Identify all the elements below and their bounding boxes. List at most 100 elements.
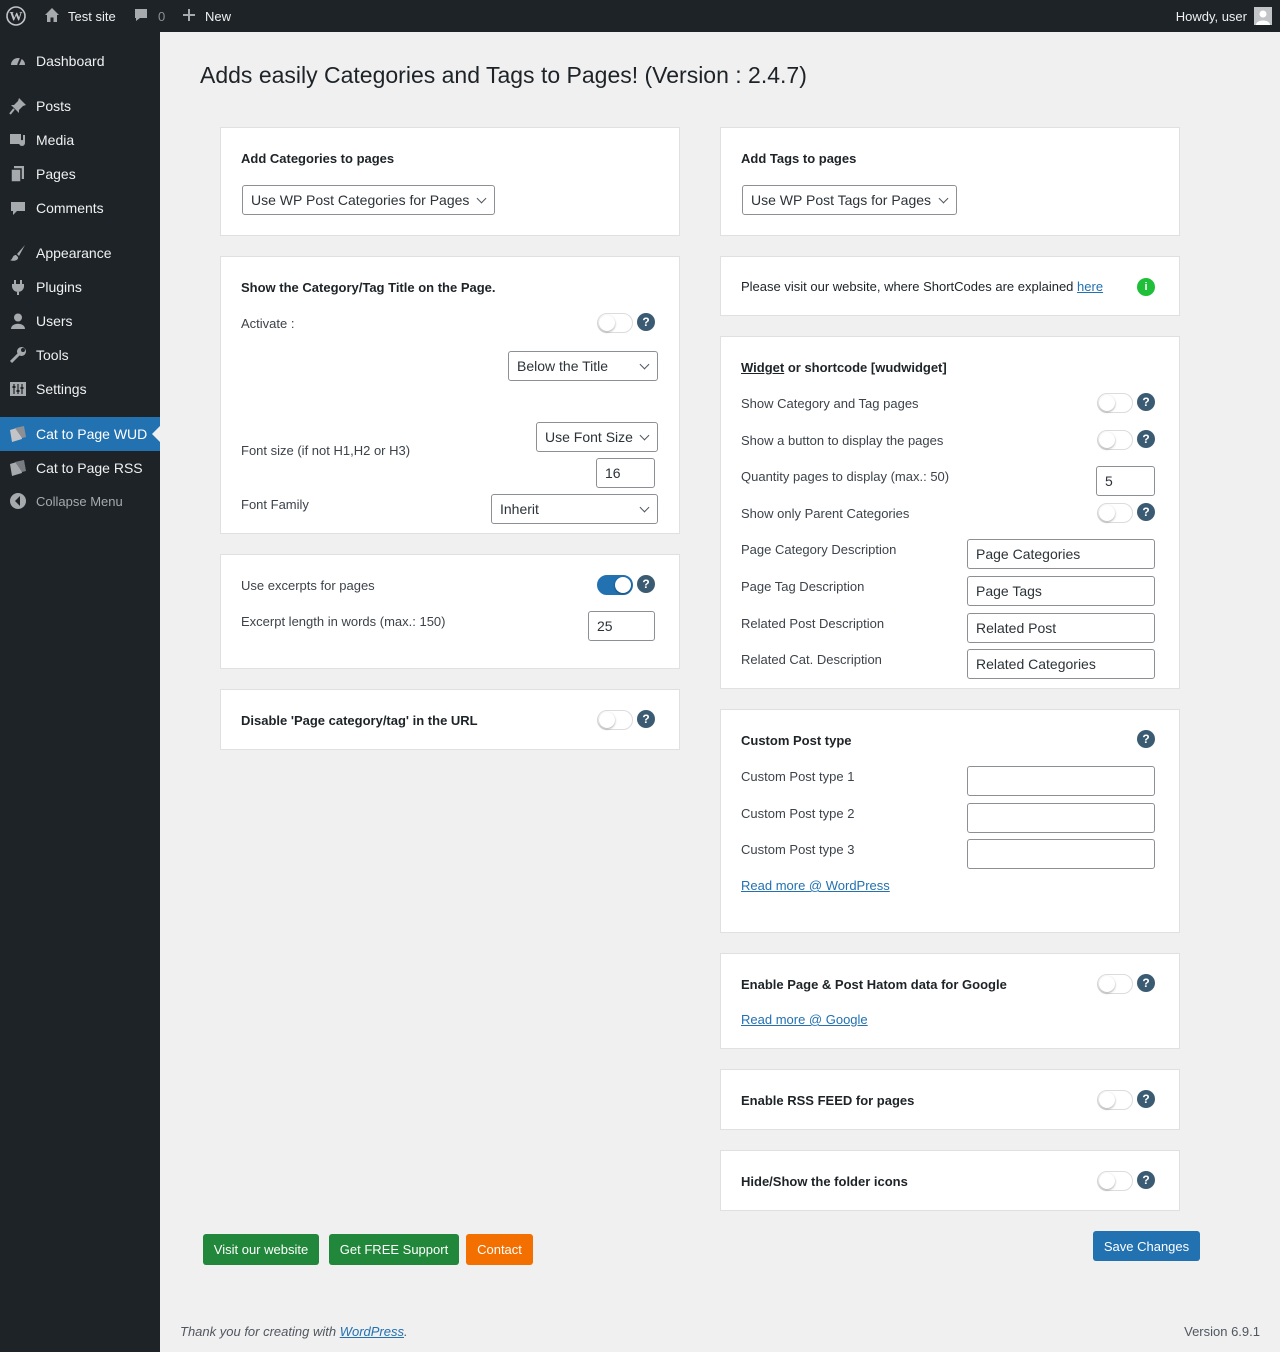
help-icon[interactable]: ? (1137, 1090, 1155, 1108)
select-value: Use Font Size (545, 429, 633, 445)
menu-cat-to-page-wud[interactable]: Cat to Page WUD (0, 417, 160, 451)
add-categories-title: Add Categories to pages (241, 151, 395, 166)
help-icon[interactable]: ? (637, 710, 655, 728)
plug-icon (9, 278, 27, 296)
user-icon (9, 312, 27, 330)
visit-website-button[interactable]: Visit our website (203, 1234, 319, 1265)
menu-pages[interactable]: Pages (0, 157, 160, 191)
collapse-arrow-icon (9, 492, 27, 510)
footer-wordpress-link[interactable]: WordPress (340, 1324, 404, 1339)
read-more-google-link[interactable]: Read more @ Google (741, 1012, 868, 1027)
new-label: New (205, 8, 232, 24)
admin-sidebar: Dashboard Posts Media Pages Comments App… (0, 32, 160, 1352)
font-size-mode-select[interactable]: Use Font Size (536, 422, 658, 452)
add-tags-title: Add Tags to pages (741, 151, 857, 166)
chevron-down-icon (938, 193, 949, 204)
help-icon[interactable]: ? (637, 313, 655, 331)
svg-text:W: W (10, 9, 23, 24)
plus-icon (181, 7, 197, 26)
custom-post-type-1-label: Custom Post type 1 (741, 769, 855, 784)
dashboard-icon (9, 52, 27, 70)
add-tags-panel: Add Tags to pages Use WP Post Tags for P… (720, 127, 1180, 236)
wrench-icon (9, 346, 27, 364)
use-excerpts-toggle[interactable] (597, 575, 633, 595)
settings-sliders-icon (9, 380, 27, 398)
my-account[interactable]: Howdy, user (1176, 0, 1272, 32)
help-icon[interactable]: ? (637, 575, 655, 593)
rss-toggle[interactable] (1097, 1090, 1133, 1110)
comments-count: 0 (158, 8, 166, 24)
chevron-down-icon (639, 502, 650, 513)
menu-label: Cat to Page RSS (36, 460, 143, 476)
font-size-input[interactable]: 16 (596, 458, 655, 488)
read-more-wordpress-link[interactable]: Read more @ WordPress (741, 878, 890, 893)
related-cat-input[interactable]: Related Categories (967, 649, 1155, 679)
site-name-link[interactable]: Test site (44, 0, 116, 32)
menu-label: Pages (36, 166, 76, 182)
menu-dashboard[interactable]: Dashboard (0, 44, 160, 78)
hatom-toggle[interactable] (1097, 974, 1133, 994)
paintbrush-icon (9, 244, 27, 262)
quantity-input[interactable]: 5 (1096, 466, 1155, 496)
shortcode-info-panel: Please visit our website, where ShortCod… (720, 256, 1180, 316)
font-family-select[interactable]: Inherit (491, 494, 658, 524)
footer-thanks: Thank you for creating with WordPress. (180, 1324, 408, 1339)
save-changes-button[interactable]: Save Changes (1093, 1231, 1200, 1261)
help-icon[interactable]: ? (1137, 1171, 1155, 1189)
tags-mode-select[interactable]: Use WP Post Tags for Pages (742, 185, 957, 215)
widget-title-rest: or shortcode [wudwidget] (784, 360, 947, 375)
select-value: Use WP Post Tags for Pages (751, 192, 932, 208)
menu-label: Comments (36, 200, 104, 216)
help-icon[interactable]: ? (1137, 503, 1155, 521)
menu-tools[interactable]: Tools (0, 338, 160, 372)
excerpt-length-input[interactable]: 25 (588, 611, 655, 641)
rss-panel: Enable RSS FEED for pages ? (720, 1069, 1180, 1130)
menu-label: Users (36, 313, 73, 329)
collapse-menu-button[interactable]: Collapse Menu (0, 484, 160, 518)
help-icon[interactable]: ? (1137, 730, 1155, 748)
show-button-toggle[interactable] (1097, 430, 1133, 450)
menu-users[interactable]: Users (0, 304, 160, 338)
shortcode-info-text: Please visit our website, where ShortCod… (741, 279, 1103, 294)
help-icon[interactable]: ? (1137, 974, 1155, 992)
home-icon (44, 7, 60, 26)
wordpress-logo-icon[interactable]: W (6, 0, 28, 32)
folder-stack-icon (9, 425, 27, 443)
help-icon[interactable]: ? (1137, 430, 1155, 448)
activate-toggle[interactable] (597, 313, 633, 333)
disable-url-panel: Disable 'Page category/tag' in the URL ? (220, 689, 680, 750)
related-post-input[interactable]: Related Post (967, 613, 1155, 643)
title-position-select[interactable]: Below the Title (508, 351, 658, 381)
menu-posts[interactable]: Posts (0, 89, 160, 123)
font-size-label: Font size (if not H1,H2 or H3) (241, 443, 411, 458)
folder-icons-toggle[interactable] (1097, 1171, 1133, 1191)
folder-icons-panel: Hide/Show the folder icons ? (720, 1150, 1180, 1211)
custom-post-type-3-label: Custom Post type 3 (741, 842, 855, 857)
custom-post-type-1-input[interactable] (967, 766, 1155, 796)
menu-cat-to-page-rss[interactable]: Cat to Page RSS (0, 451, 160, 485)
comments-link[interactable]: 0 (133, 0, 165, 32)
menu-media[interactable]: Media (0, 123, 160, 157)
help-icon[interactable]: ? (1137, 393, 1155, 411)
menu-appearance[interactable]: Appearance (0, 236, 160, 270)
menu-plugins[interactable]: Plugins (0, 270, 160, 304)
custom-post-type-3-input[interactable] (967, 839, 1155, 869)
widget-panel: Widget or shortcode [wudwidget] Show Cat… (720, 336, 1180, 689)
page-tag-desc-input[interactable]: Page Tags (967, 576, 1155, 606)
menu-settings[interactable]: Settings (0, 372, 160, 406)
show-cat-tag-toggle[interactable] (1097, 393, 1133, 413)
free-support-button[interactable]: Get FREE Support (329, 1234, 459, 1265)
categories-mode-select[interactable]: Use WP Post Categories for Pages (242, 185, 495, 215)
menu-label: Cat to Page WUD (36, 426, 148, 442)
select-value: Below the Title (517, 358, 609, 374)
disable-url-toggle[interactable] (597, 710, 633, 730)
shortcode-here-link[interactable]: here (1077, 279, 1103, 294)
greeting: Howdy, user (1175, 8, 1247, 24)
widget-link[interactable]: Widget (741, 360, 784, 375)
menu-comments[interactable]: Comments (0, 191, 160, 225)
contact-button[interactable]: Contact (466, 1234, 533, 1265)
page-cat-desc-input[interactable]: Page Categories (967, 539, 1155, 569)
new-content-link[interactable]: New (181, 0, 231, 32)
parent-only-toggle[interactable] (1097, 503, 1133, 523)
custom-post-type-2-input[interactable] (967, 803, 1155, 833)
